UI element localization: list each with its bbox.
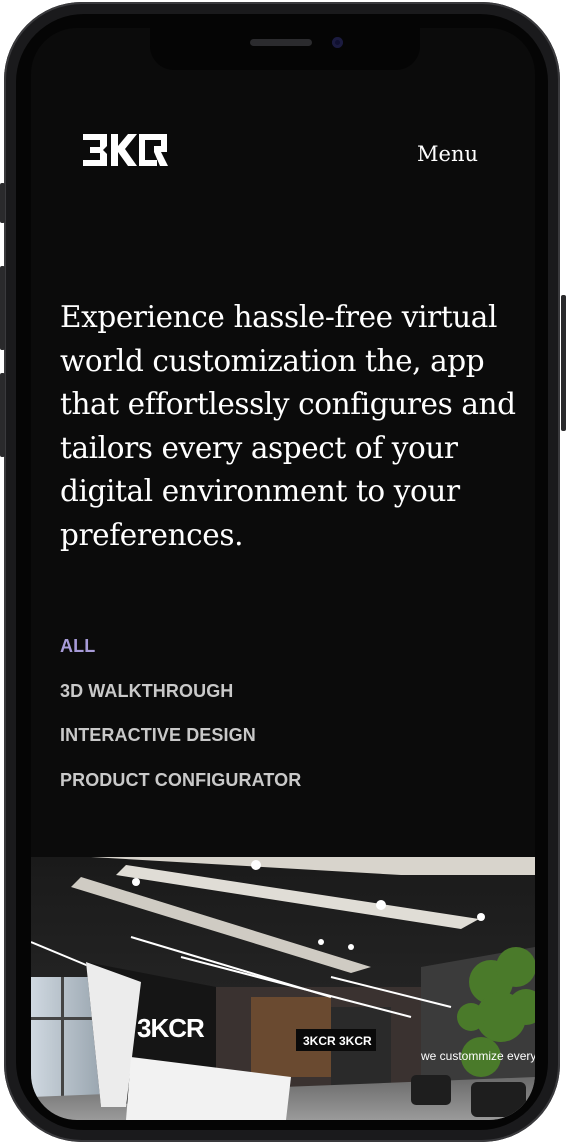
filter-interactive-design[interactable]: INTERACTIVE DESIGN (60, 725, 301, 770)
front-camera (332, 37, 343, 48)
project-thumbnail[interactable]: 3KCR 3KCR 3KCR we custommize everyth (31, 857, 535, 1120)
category-filter-list: ALL 3D WALKTHROUGH INTERACTIVE DESIGN PR… (60, 636, 301, 814)
wall-slogan: we custommize everyth (420, 1049, 535, 1063)
silent-switch (0, 183, 5, 223)
volume-up-button (0, 266, 5, 350)
filter-product-configurator[interactable]: PRODUCT CONFIGURATOR (60, 770, 301, 815)
filter-3d-walkthrough[interactable]: 3D WALKTHROUGH (60, 681, 301, 726)
menu-button[interactable]: Menu (417, 142, 478, 166)
speaker-grille (250, 39, 312, 46)
hero-text: Experience hassle-free virtual world cus… (60, 300, 516, 552)
volume-down-button (0, 373, 5, 457)
monitor-text: 3KCR 3KCR (303, 1034, 372, 1048)
notch (150, 28, 420, 70)
filter-all[interactable]: ALL (60, 636, 301, 681)
logo[interactable] (81, 132, 169, 168)
reception-sign: 3KCR (137, 1013, 205, 1043)
power-button (561, 295, 566, 431)
screen: Menu Experience hassle-free virtual worl… (31, 28, 535, 1120)
